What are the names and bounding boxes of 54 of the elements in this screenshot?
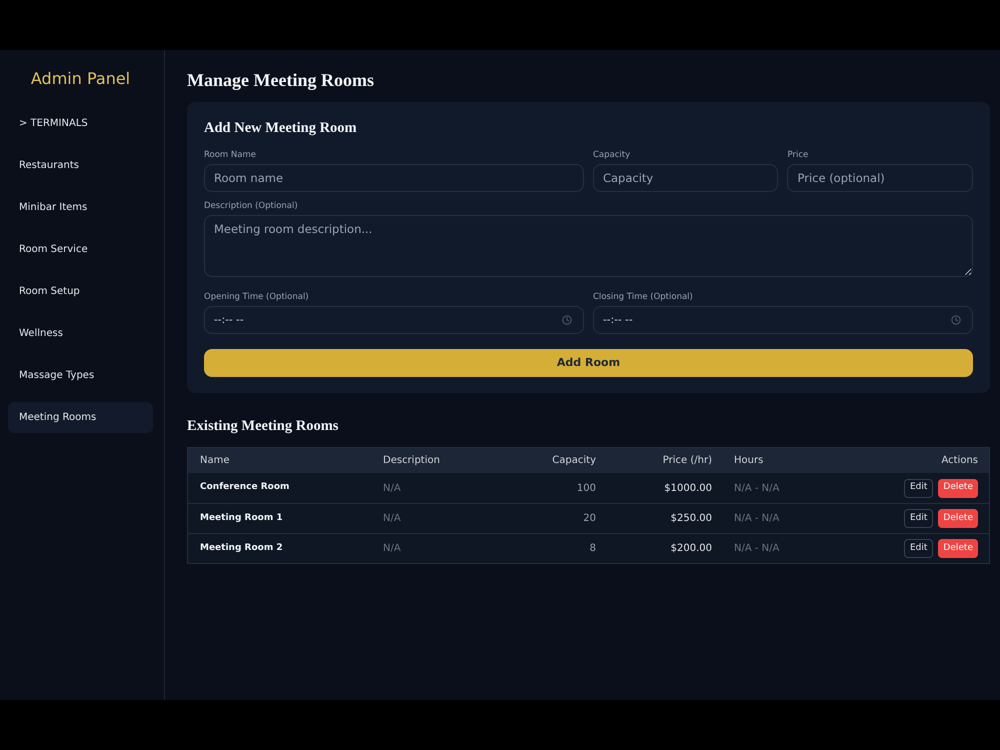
sidebar-item[interactable]: Room Setup [8, 276, 153, 307]
field-label: Opening Time (Optional) [204, 291, 310, 304]
table-cell-text: 100 [576, 482, 597, 496]
page-title: Manage Meeting Rooms [187, 69, 375, 92]
sidebar-item[interactable]: Wellness [8, 318, 153, 349]
column-header: Name [199, 454, 231, 468]
table-cell-text: Conference Room [199, 481, 290, 494]
sidebar-item[interactable]: Room Service [8, 234, 153, 265]
table-title: Existing Meeting Rooms [187, 417, 340, 436]
column-header: Description [382, 454, 441, 468]
table-cell-text: $1000.00 [663, 482, 713, 496]
time-field[interactable]: --:-- -- [204, 306, 584, 334]
table-cell-text: Meeting Room 2 [199, 542, 284, 555]
add-room-button[interactable]: Add Room [204, 349, 973, 377]
field-label: Description (Optional) [204, 200, 299, 213]
input-field[interactable]: Price (optional) [787, 164, 973, 192]
clock-icon[interactable] [951, 315, 961, 325]
column-header: Actions [940, 454, 979, 468]
form-title: Add New Meeting Room [204, 119, 358, 138]
input-field[interactable]: Room name [204, 164, 584, 192]
column-header: Capacity [551, 454, 597, 468]
table-cell-text: Meeting Room 1 [199, 512, 284, 525]
delete-button[interactable]: Delete [938, 509, 978, 528]
table-cell-text: $200.00 [670, 542, 713, 556]
field-label: Price [787, 149, 810, 162]
delete-button[interactable]: Delete [938, 478, 978, 498]
sidebar-item[interactable]: Restaurants [8, 150, 153, 181]
sidebar-title: Admin Panel [30, 68, 132, 90]
sidebar-item[interactable]: Meeting Rooms [8, 402, 153, 433]
column-header: Price (/hr) [662, 454, 713, 468]
time-field[interactable]: --:-- -- [593, 306, 973, 334]
table-cell-text: 8 [588, 542, 597, 556]
description-field[interactable]: Meeting room description... [204, 215, 973, 277]
delete-button[interactable]: Delete [938, 539, 978, 558]
field-label: Capacity [592, 149, 632, 162]
sidebar-item[interactable]: Massage Types [8, 360, 153, 391]
table-cell-text: N/A [382, 542, 402, 556]
table-cell-text: N/A - N/A [733, 482, 780, 496]
table-cell-text: N/A [382, 512, 402, 526]
table-cell-text: N/A - N/A [733, 542, 780, 556]
table-cell-text: 20 [582, 512, 597, 526]
field-label: Room Name [204, 149, 257, 162]
field-label: Closing Time (Optional) [593, 291, 694, 304]
sidebar-item[interactable]: > TERMINALS [8, 108, 153, 139]
clock-icon[interactable] [562, 315, 572, 325]
edit-button[interactable]: Edit [904, 539, 934, 558]
edit-button[interactable]: Edit [904, 478, 934, 498]
table-cell-text: $250.00 [670, 512, 713, 526]
sidebar-item[interactable]: Minibar Items [8, 192, 153, 223]
table-cell-text: N/A [382, 482, 402, 496]
table-cell-text: N/A - N/A [733, 512, 780, 526]
input-field[interactable]: Capacity [592, 164, 778, 192]
column-header: Hours [733, 454, 764, 468]
edit-button[interactable]: Edit [904, 509, 934, 528]
